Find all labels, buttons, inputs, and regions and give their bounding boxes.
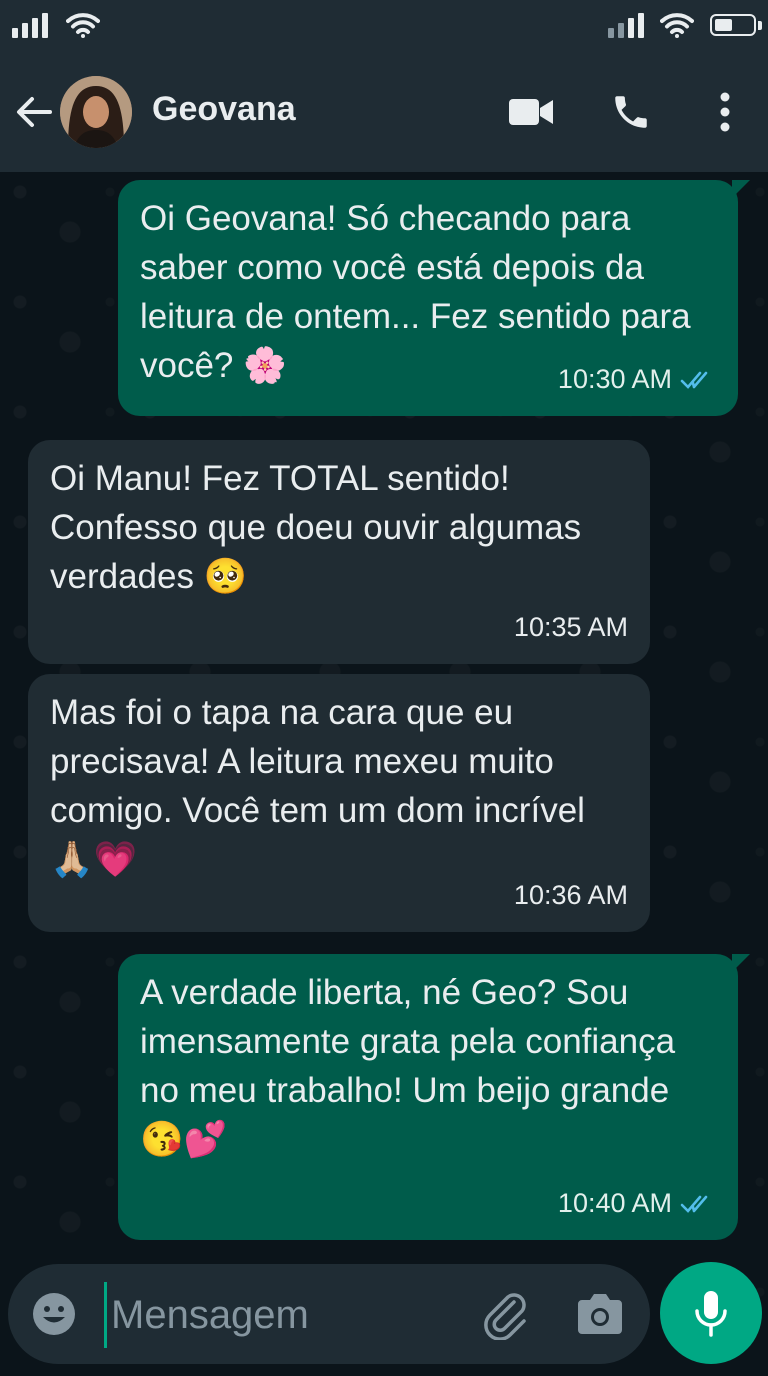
message-meta: 10:36 AM [514, 871, 628, 920]
more-vertical-icon [720, 92, 730, 132]
microphone-icon [695, 1291, 727, 1337]
cellular-signal-icon [12, 12, 48, 38]
message-meta: 10:30 AM [558, 355, 716, 404]
message-incoming[interactable]: Mas foi o tapa na cara que eu precisava!… [28, 674, 650, 932]
phone-icon [615, 96, 647, 128]
message-time: 10:40 AM [557, 1188, 672, 1218]
double-check-icon [680, 371, 708, 389]
more-options-button[interactable] [700, 86, 750, 138]
camera-icon [578, 1294, 622, 1334]
video-camera-icon [509, 99, 553, 125]
camera-button[interactable] [574, 1290, 626, 1338]
message-text: Mas foi o tapa na cara que eu precisava!… [50, 693, 595, 879]
attach-button[interactable] [480, 1288, 532, 1341]
message-meta: 10:40 AM [558, 1179, 716, 1228]
arrow-left-icon [17, 97, 52, 127]
battery-icon [710, 14, 762, 36]
message-incoming[interactable]: Oi Manu! Fez TOTAL sentido! Confesso que… [28, 440, 650, 664]
message-text: Oi Manu! Fez TOTAL sentido! Confesso que… [50, 459, 591, 596]
message-input[interactable] [104, 1282, 453, 1348]
cellular-signal-secondary-icon [608, 12, 644, 38]
message-text: A verdade liberta, né Geo? Sou imensamen… [140, 973, 685, 1159]
message-composer [8, 1264, 650, 1364]
contact-avatar[interactable] [60, 76, 132, 148]
emoji-button[interactable] [30, 1290, 78, 1338]
message-outgoing[interactable]: Oi Geovana! Só checando para saber como … [118, 180, 750, 416]
status-bar [0, 0, 768, 56]
contact-name[interactable]: Geovana [152, 90, 296, 129]
message-time: 10:30 AM [557, 364, 672, 394]
smiley-icon [33, 1293, 75, 1335]
wifi-status-icon [660, 13, 694, 38]
chat-header: Geovana [0, 56, 768, 172]
message-time: 10:35 AM [513, 612, 628, 642]
wifi-icon [66, 13, 100, 38]
video-call-button[interactable] [506, 86, 556, 138]
message-time: 10:36 AM [513, 880, 628, 910]
paperclip-icon [484, 1293, 526, 1341]
back-button[interactable] [12, 90, 56, 134]
double-check-icon [680, 1195, 708, 1213]
message-outgoing[interactable]: A verdade liberta, né Geo? Sou imensamen… [118, 954, 750, 1240]
message-meta: 10:35 AM [514, 603, 628, 652]
voice-message-button[interactable] [660, 1262, 762, 1364]
voice-call-button[interactable] [606, 86, 656, 138]
